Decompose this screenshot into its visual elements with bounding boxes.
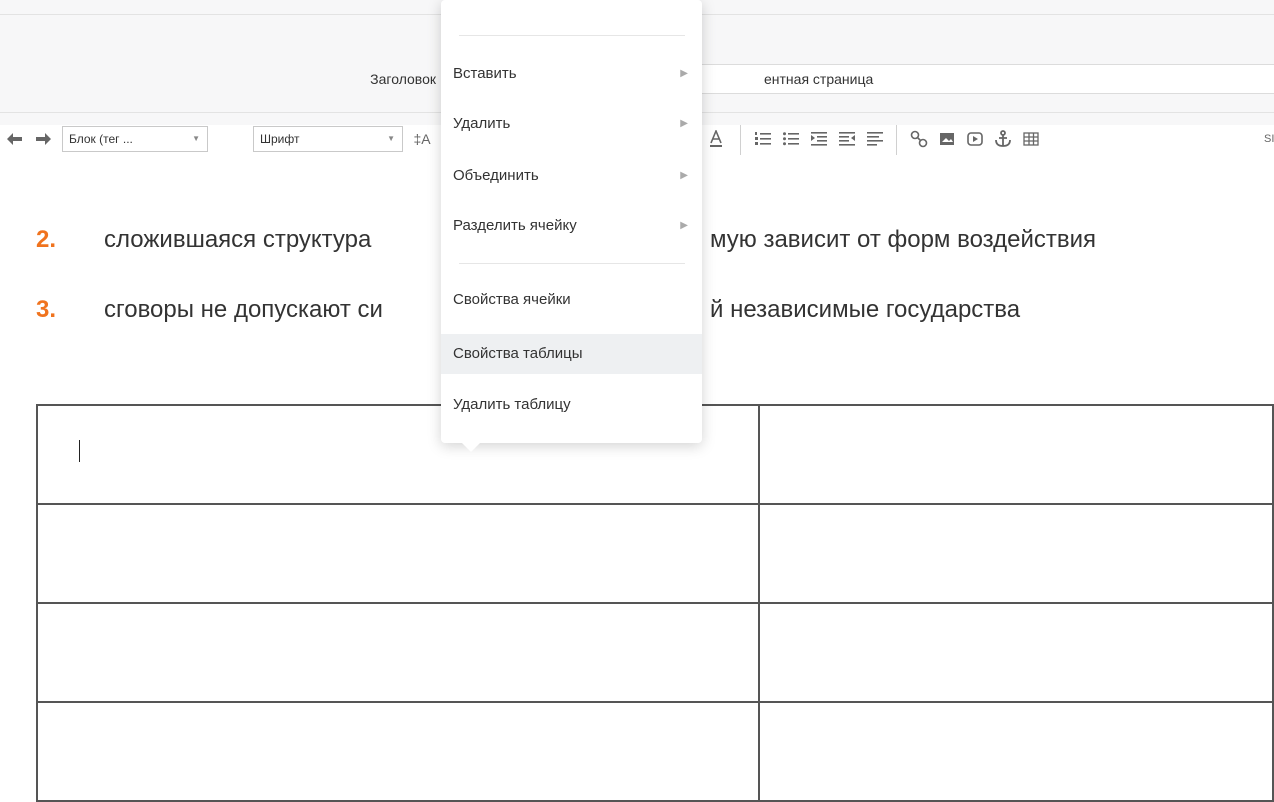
- menu-item-table-properties[interactable]: Свойства таблицы: [441, 334, 702, 374]
- font-select-value: Шрифт: [260, 132, 300, 146]
- outdent-icon[interactable]: [836, 127, 858, 151]
- menu-item-label: Объединить: [453, 167, 539, 184]
- table-cell[interactable]: [35, 602, 761, 703]
- indent-icon[interactable]: [808, 127, 830, 151]
- chevron-down-icon: ▼: [387, 134, 395, 143]
- align-left-icon[interactable]: [864, 127, 886, 151]
- list-item: 2. сложившаяся структура: [36, 226, 371, 254]
- block-format-select[interactable]: Блок (тег ... ▼: [62, 126, 208, 152]
- menu-item-merge[interactable]: Объединить ▶: [441, 156, 702, 196]
- list-text: сговоры не допускают си: [104, 296, 383, 323]
- chevron-right-icon: ▶: [680, 220, 688, 231]
- table-context-menu: Вставить ▶ Удалить ▶ Объединить ▶ Раздел…: [441, 0, 702, 452]
- font-size-icon[interactable]: ‡A: [407, 127, 437, 151]
- menu-item-insert[interactable]: Вставить ▶: [441, 54, 702, 94]
- text-color-icon[interactable]: [705, 127, 727, 151]
- text-caret: [79, 440, 80, 462]
- redo-icon[interactable]: [32, 127, 54, 151]
- menu-item-label: Свойства ячейки: [453, 291, 571, 308]
- toolbar-separator: [896, 125, 897, 155]
- chevron-right-icon: ▶: [680, 170, 688, 181]
- list-number: 2.: [36, 226, 57, 253]
- menu-item-delete-table[interactable]: Удалить таблицу: [441, 385, 702, 425]
- link-icon[interactable]: [908, 127, 930, 151]
- list-number: 3.: [36, 296, 57, 323]
- anchor-icon[interactable]: [992, 127, 1014, 151]
- bulleted-list-icon[interactable]: [780, 127, 802, 151]
- menu-divider: [459, 35, 685, 36]
- image-icon[interactable]: [936, 127, 958, 151]
- menu-pointer: [461, 442, 481, 452]
- table-cell[interactable]: [758, 404, 1274, 505]
- table-cell[interactable]: [35, 503, 761, 604]
- superscript-button[interactable]: SI: [1264, 127, 1274, 151]
- menu-divider: [459, 263, 685, 264]
- table-cell[interactable]: [758, 701, 1274, 802]
- list-item-continuation: мую зависит от форм воздействия: [710, 226, 1097, 253]
- table-cell[interactable]: [758, 602, 1274, 703]
- chevron-down-icon: ▼: [192, 134, 200, 143]
- menu-item-label: Удалить таблицу: [453, 396, 571, 413]
- table-row: [35, 701, 1274, 802]
- undo-icon[interactable]: [4, 127, 26, 151]
- table-cell[interactable]: [35, 701, 761, 802]
- menu-item-split-cell[interactable]: Разделить ячейку ▶: [441, 206, 702, 246]
- menu-item-label: Свойства таблицы: [453, 345, 583, 362]
- menu-item-label: Удалить: [453, 115, 511, 132]
- title-label: Заголовок: [370, 71, 436, 87]
- table-icon[interactable]: [1020, 127, 1042, 151]
- menu-item-label: Вставить: [453, 65, 517, 82]
- numbered-list-icon[interactable]: [752, 127, 774, 151]
- block-format-value: Блок (тег ...: [69, 132, 133, 146]
- menu-item-label: Разделить ячейку: [453, 217, 577, 234]
- chevron-right-icon: ▶: [680, 68, 688, 79]
- menu-item-cell-properties[interactable]: Свойства ячейки: [441, 280, 702, 320]
- font-select[interactable]: Шрифт ▼: [253, 126, 403, 152]
- chevron-right-icon: ▶: [680, 118, 688, 129]
- table-row: [35, 602, 1274, 703]
- toolbar-separator: [740, 125, 741, 155]
- menu-item-delete[interactable]: Удалить ▶: [441, 104, 702, 144]
- video-icon[interactable]: [964, 127, 986, 151]
- table-row: [35, 503, 1274, 604]
- table-cell[interactable]: [758, 503, 1274, 604]
- list-text: сложившаяся структура: [104, 226, 372, 253]
- list-item-continuation: й независимые государства: [710, 296, 1021, 323]
- content-table[interactable]: [35, 404, 1274, 802]
- list-item: 3. сговоры не допускают си: [36, 296, 383, 324]
